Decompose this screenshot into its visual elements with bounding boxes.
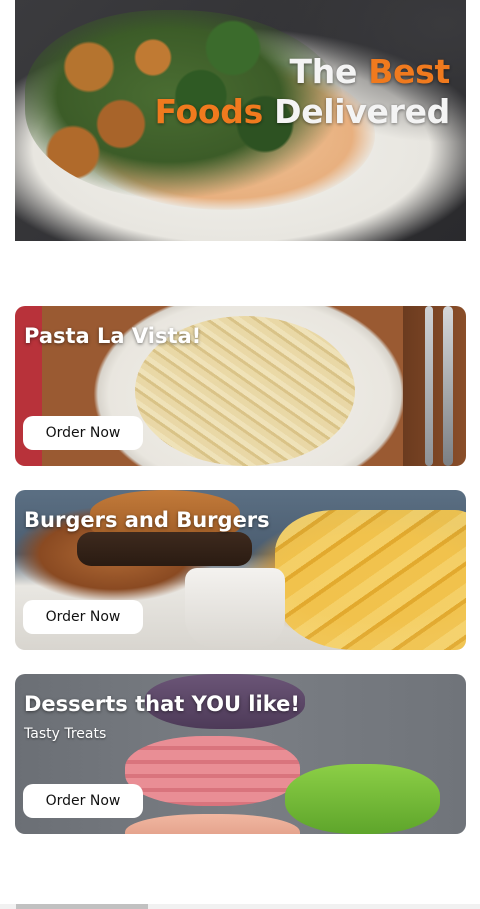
- horizontal-scrollbar[interactable]: [0, 904, 480, 909]
- macaron-image: [125, 814, 300, 834]
- hero-title-part1: The: [289, 52, 369, 91]
- hero-title-part2: Delivered: [262, 92, 450, 131]
- macaron-image: [125, 736, 300, 806]
- hero-title-accent2: Foods: [154, 92, 264, 131]
- hero-title: The Best Foods Delivered: [154, 52, 451, 132]
- hero-banner: The Best Foods Delivered: [15, 0, 466, 241]
- fork-image: [425, 306, 433, 466]
- sauce-cup-image: [185, 568, 285, 648]
- fries-image: [275, 510, 466, 650]
- order-now-button[interactable]: Order Now: [23, 784, 143, 818]
- burger-patty-image: [77, 532, 252, 566]
- card-title: Pasta La Vista!: [24, 324, 202, 348]
- knife-image: [443, 306, 453, 466]
- card-burgers: Burgers and Burgers Order Now: [15, 490, 466, 650]
- card-pasta: Pasta La Vista! Order Now: [15, 306, 466, 466]
- card-title: Burgers and Burgers: [24, 508, 270, 532]
- card-subtitle: Tasty Treats: [24, 726, 107, 742]
- hero-title-accent1: Best: [368, 52, 450, 91]
- card-title: Desserts that YOU like!: [24, 692, 300, 716]
- order-now-button[interactable]: Order Now: [23, 600, 143, 634]
- card-desserts: Desserts that YOU like! Tasty Treats Ord…: [15, 674, 466, 834]
- macaron-image: [285, 764, 440, 834]
- scrollbar-thumb[interactable]: [16, 904, 148, 909]
- order-now-button[interactable]: Order Now: [23, 416, 143, 450]
